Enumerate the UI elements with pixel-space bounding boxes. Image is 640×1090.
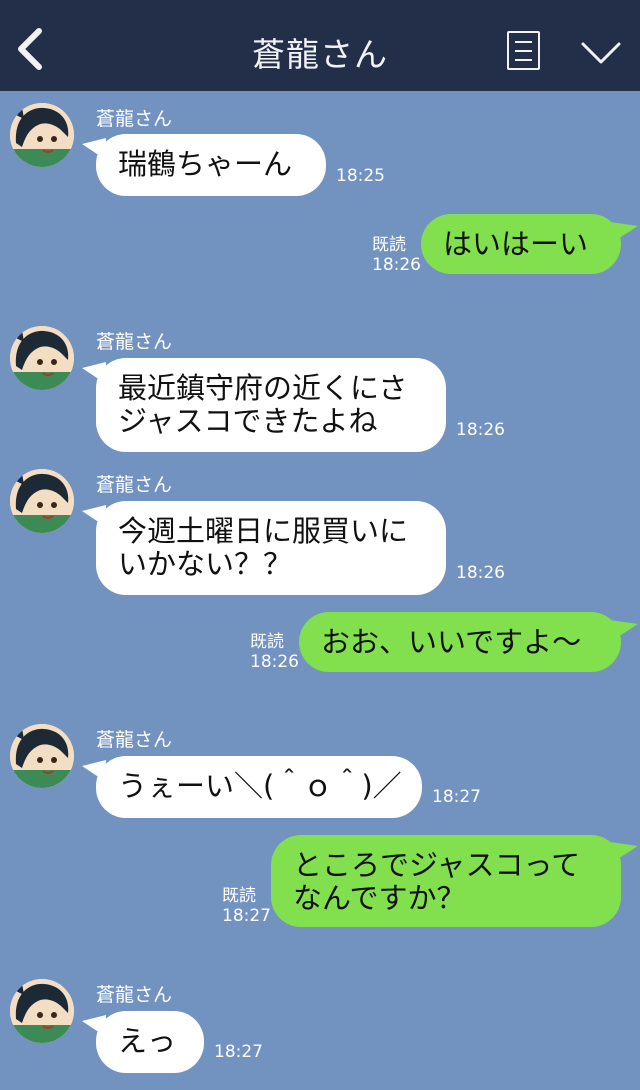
avatar[interactable] [10,979,74,1043]
message-bubble[interactable]: おお、いいですよ〜 [299,612,621,672]
message-meta: 既読 18:26 [250,632,299,672]
message-bubble[interactable]: ところでジャスコって なんですか？ [271,835,621,927]
message-meta: 既読 18:27 [222,886,271,926]
message-line: 最近鎮守府の近くにさ [118,371,408,405]
chat-header: 蒼龍さん [0,0,640,91]
message-bubble[interactable]: えっ [96,1011,204,1073]
avatar-image [10,326,74,390]
message-time: 18:26 [250,652,299,672]
message-line: えっ [118,1024,177,1058]
sender-name: 蒼龍さん [96,331,173,353]
read-receipt: 既読 [250,632,284,652]
avatar[interactable] [10,469,74,533]
sender-name: 蒼龍さん [96,729,173,751]
message-line: いかない？？ [118,547,293,581]
message-time: 18:27 [214,1042,263,1062]
message-time: 18:26 [456,420,505,440]
list-menu-icon[interactable] [507,31,540,70]
avatar-image [10,724,74,788]
message-line: おお、いいですよ〜 [321,625,582,659]
sender-name: 蒼龍さん [96,984,173,1006]
chevron-down-icon[interactable] [580,40,622,66]
message-bubble[interactable]: うぇーい＼(＾ｏ＾)／ [96,756,422,818]
avatar-image [10,979,74,1043]
message-line: ジャスコできたよね [118,404,378,438]
message-line: 瑞鶴ちゃーん [118,147,293,181]
message-meta: 既読 18:26 [372,235,421,275]
message-bubble[interactable]: 最近鎮守府の近くにさ ジャスコできたよね [96,358,446,452]
message-time: 18:26 [456,563,505,583]
message-line: うぇーい＼(＾ｏ＾)／ [118,769,402,803]
message-bubble[interactable]: はいはーい [421,214,621,274]
message-time: 18:27 [222,906,271,926]
chat-title: 蒼龍さん [252,35,388,74]
sender-name: 蒼龍さん [96,108,173,130]
message-line: 今週土曜日に服買いに [118,514,409,548]
read-receipt: 既読 [372,235,406,255]
avatar[interactable] [10,724,74,788]
message-time: 18:27 [432,787,481,807]
avatar[interactable] [10,326,74,390]
message-bubble[interactable]: 今週土曜日に服買いに いかない？？ [96,501,446,595]
avatar-image [10,103,74,167]
read-receipt: 既読 [222,886,256,906]
message-line: なんですか？ [293,881,466,915]
message-line: はいはーい [443,227,589,261]
avatar-image [10,469,74,533]
message-time: 18:25 [336,166,385,186]
avatar[interactable] [10,103,74,167]
sender-name: 蒼龍さん [96,474,173,496]
message-bubble[interactable]: 瑞鶴ちゃーん [96,134,326,196]
message-time: 18:26 [372,255,421,275]
message-line: ところでジャスコって [293,848,581,882]
